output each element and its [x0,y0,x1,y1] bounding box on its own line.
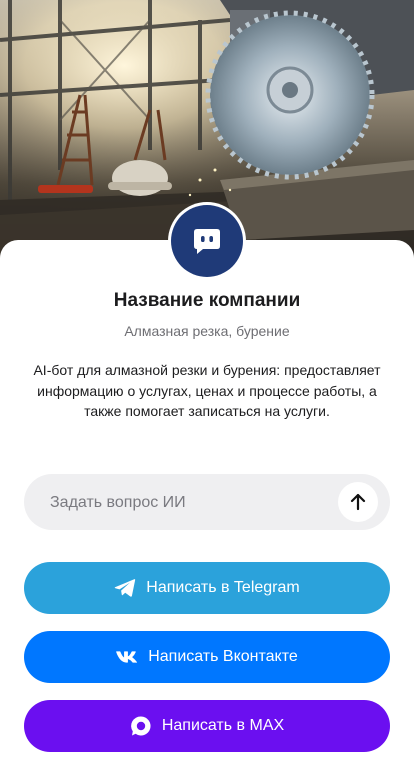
send-button[interactable] [338,482,378,522]
telegram-button[interactable]: Написать в Telegram [24,562,390,614]
ask-ai-field [24,474,390,532]
max-button[interactable]: Написать в MAX [24,700,390,752]
company-name: Название компании [113,290,301,311]
max-button-label: Написать в MAX [161,717,285,734]
ask-ai-input[interactable] [48,474,352,532]
avatar [168,202,246,280]
arrow-up-icon [350,493,366,511]
max-icon [130,715,152,737]
company-description: AI-бот для алмазной резки и бурения: пре… [33,362,381,419]
company-category: Алмазная резка, бурение [124,323,290,339]
chat-bot-icon [171,205,243,277]
telegram-icon [114,577,136,599]
vk-icon [116,646,138,668]
telegram-button-label: Написать в Telegram [146,579,300,596]
vk-button[interactable]: Написать Вконтакте [24,631,390,683]
vk-button-label: Написать Вконтакте [148,648,298,665]
